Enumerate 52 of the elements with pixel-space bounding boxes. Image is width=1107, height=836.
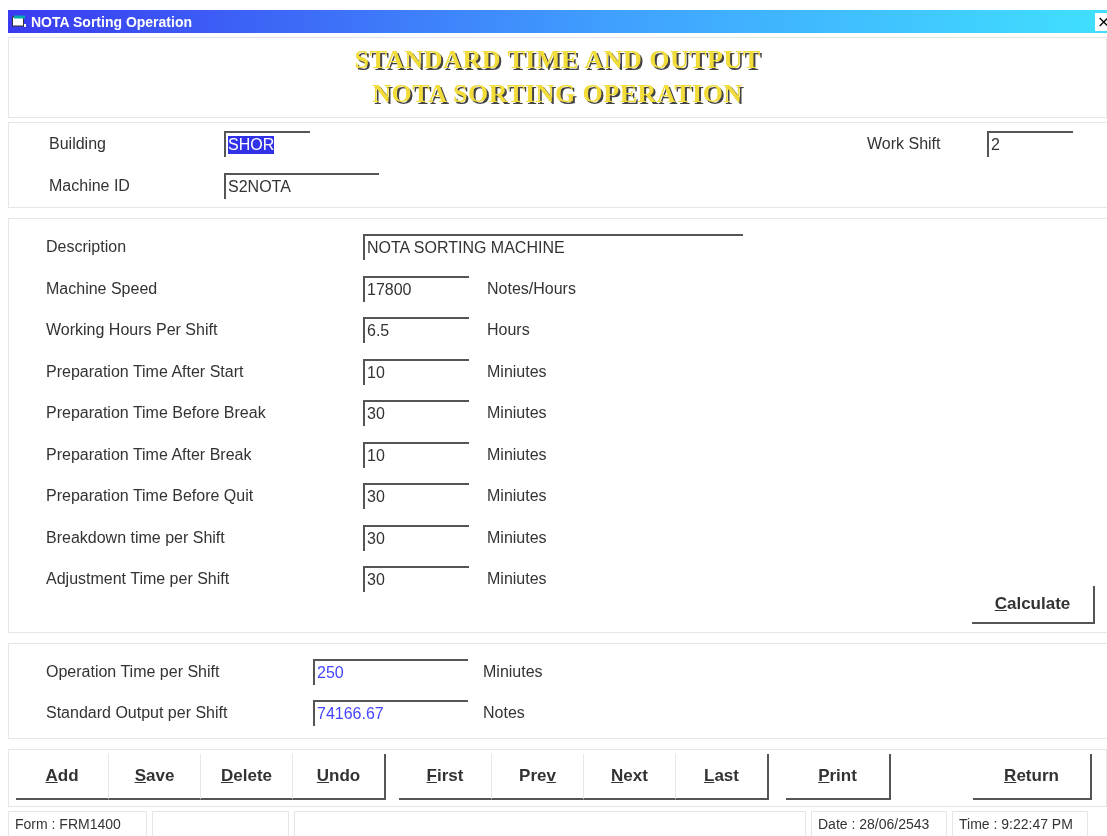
machine-id-field[interactable]: S2NOTA xyxy=(224,172,379,199)
output-field[interactable]: 74166.67 xyxy=(313,700,468,727)
toolbar-button[interactable]: Next xyxy=(583,754,675,801)
field-label: Preparation Time Before Break xyxy=(46,404,267,423)
input-field[interactable]: 10 xyxy=(363,441,469,468)
field-label: Description xyxy=(46,238,128,257)
toolbar-button[interactable]: Delete xyxy=(200,754,292,801)
field-label: Standard Output per Shift xyxy=(46,704,229,723)
unit-label: Miniutes xyxy=(487,528,548,547)
form-heading: NOTA SORTING OPERATION xyxy=(372,79,743,110)
field-label: Preparation Time After Break xyxy=(46,445,253,464)
output-field[interactable]: 250 xyxy=(313,659,468,686)
building-field[interactable]: SHOR xyxy=(224,130,310,157)
field-label: Operation Time per Shift xyxy=(46,663,221,682)
input-field[interactable]: 6.5 xyxy=(363,317,469,344)
field-label: Preparation Time Before Quit xyxy=(46,487,255,506)
status-panel: Form : FRM1400 xyxy=(8,811,147,836)
unit-label: Miniutes xyxy=(487,404,548,423)
work-shift-field[interactable]: 2 xyxy=(987,130,1073,157)
window-icon xyxy=(12,15,27,28)
input-field[interactable]: 30 xyxy=(363,566,469,593)
field-label: Preparation Time After Start xyxy=(46,362,245,381)
input-field[interactable]: 30 xyxy=(363,400,469,427)
window-title: NOTA Sorting Operation xyxy=(31,13,193,30)
status-panel: Date : 28/06/2543 xyxy=(811,811,947,836)
toolbar-button[interactable]: Save xyxy=(108,754,200,801)
unit-label: Notes/Hours xyxy=(487,279,577,298)
toolbar-button[interactable]: Undo xyxy=(292,754,384,801)
calculate-button[interactable]: Calculate xyxy=(972,585,1095,624)
toolbar-button[interactable]: Last xyxy=(675,754,767,801)
form-heading: STANDARD TIME AND OUTPUT xyxy=(354,45,761,76)
unit-label: Notes xyxy=(483,704,526,723)
unit-label: Miniutes xyxy=(483,663,544,682)
input-field[interactable]: 30 xyxy=(363,483,469,510)
input-field[interactable]: 10 xyxy=(363,358,469,385)
field-label: Working Hours Per Shift xyxy=(46,321,219,340)
unit-label: Miniutes xyxy=(487,570,548,589)
input-field[interactable]: NOTA SORTING MACHINE xyxy=(363,234,743,261)
unit-label: Miniutes xyxy=(487,487,548,506)
unit-label: Hours xyxy=(487,321,531,340)
field-label: Breakdown time per Shift xyxy=(46,528,226,547)
field-label: Machine Speed xyxy=(46,279,159,298)
field-label: Work Shift xyxy=(867,134,942,153)
status-panel: Time : 9:22:47 PM xyxy=(952,811,1088,836)
field-label: Building xyxy=(49,134,107,153)
input-field[interactable]: 17800 xyxy=(363,275,469,302)
field-label: Machine ID xyxy=(49,176,131,195)
input-field[interactable]: 30 xyxy=(363,524,469,551)
field-label: Adjustment Time per Shift xyxy=(46,570,231,589)
unit-label: Miniutes xyxy=(487,445,548,464)
unit-label: Miniutes xyxy=(487,362,548,381)
toolbar-button[interactable]: Prev xyxy=(491,754,583,801)
